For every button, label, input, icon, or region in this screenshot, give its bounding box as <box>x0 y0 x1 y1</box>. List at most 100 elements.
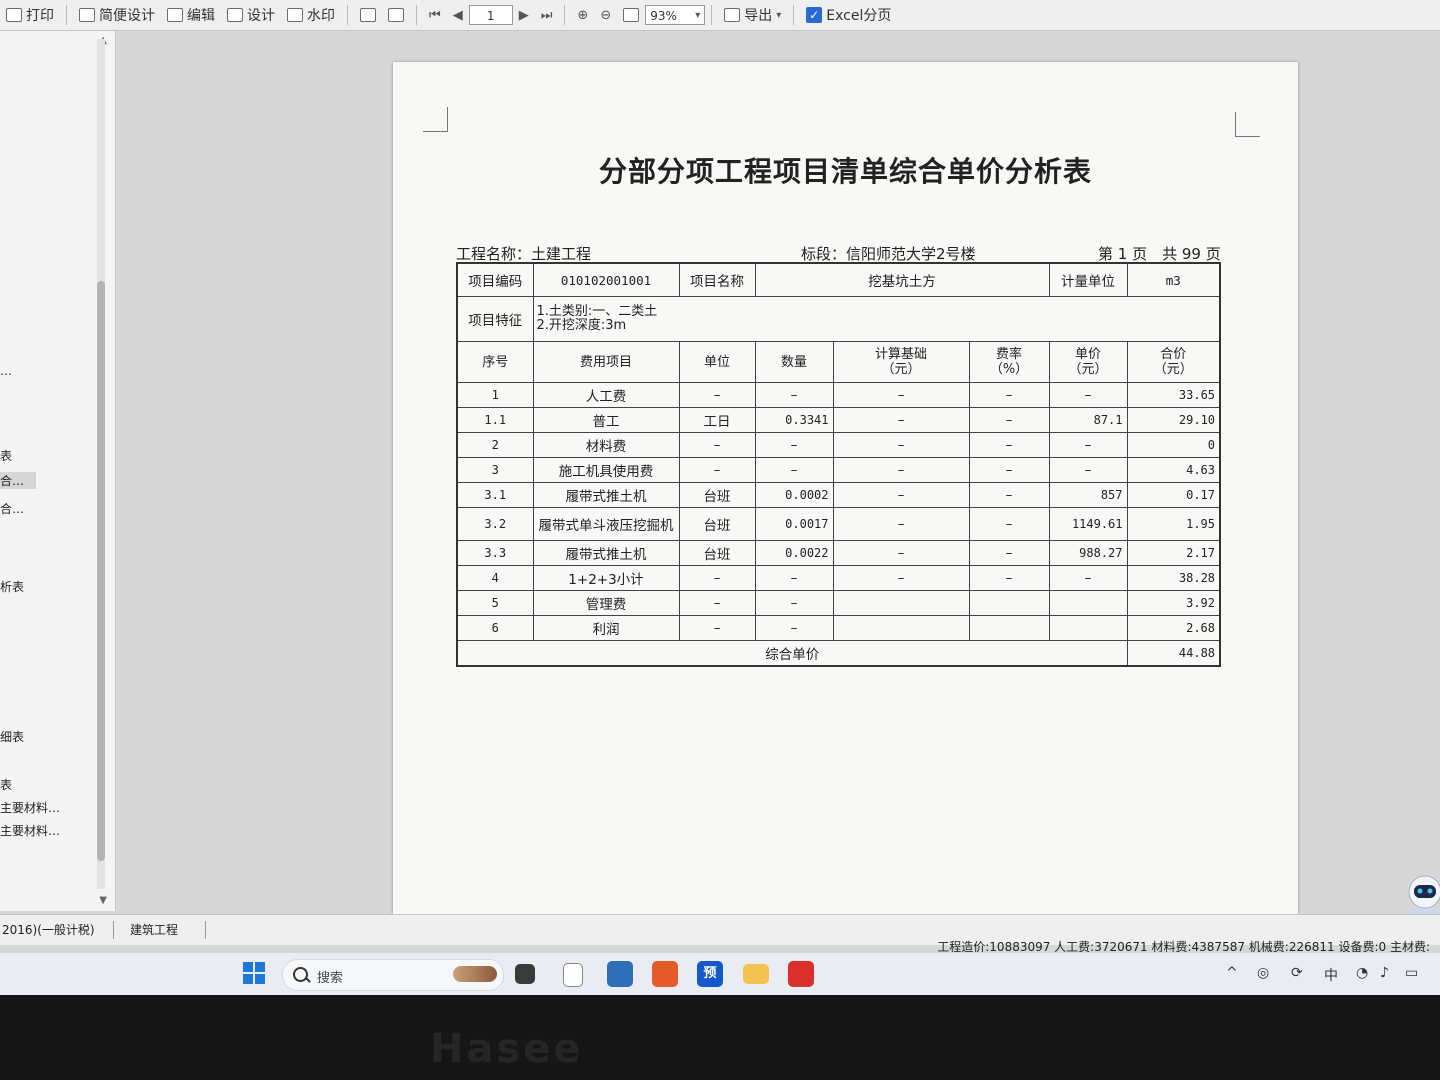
first-page-button[interactable]: ⏮ <box>423 2 447 28</box>
export-button[interactable]: 导出 ▾ <box>718 2 787 28</box>
cost-cell: – <box>832 507 970 541</box>
assistant-robot-icon[interactable] <box>1405 870 1440 918</box>
sync-icon[interactable]: ⟳ <box>1291 965 1303 981</box>
sidebar-scroll-thumb[interactable] <box>97 281 105 861</box>
sidebar-item[interactable]: 主要材料… <box>0 799 60 816</box>
report-page: 分部分项工程项目清单综合单价分析表 工程名称：土建工程 标段：信阳师范大学2号楼… <box>393 62 1298 932</box>
total-value: 44.88 <box>1126 640 1221 667</box>
item-name-value: 挖基坑土方 <box>754 262 1050 297</box>
cost-cell: – <box>968 565 1050 591</box>
feature-row: 项目特征 1.土类别:一、二类土 2.开挖深度:3m <box>456 296 1221 342</box>
ime-indicator[interactable]: 中 <box>1324 965 1338 985</box>
sidebar-item[interactable]: 析表 <box>0 578 24 595</box>
budget-app-icon[interactable]: 预 <box>697 961 723 987</box>
zoom-out-button[interactable]: ⊖ <box>594 2 617 28</box>
file-app-icon[interactable] <box>563 963 583 987</box>
toolbar-divider <box>564 5 566 25</box>
last-page-icon: ⏭ <box>540 7 553 23</box>
wps-office-icon[interactable] <box>788 961 814 987</box>
column-header: 单位 <box>678 341 756 383</box>
screen: 打印 简便设计 编辑 设计 水印 ⏮ ◀ 1 ▶ ⏭ ⊕ ⊖ 93% 导出▾ ✓… <box>0 0 1440 995</box>
next-page-button[interactable]: ▶ <box>513 2 535 28</box>
prev-page-button[interactable]: ◀ <box>447 2 469 28</box>
excel-paging-toggle[interactable]: ✓ Excel分页 <box>800 2 897 28</box>
cost-row: 3.2 履带式单斗液压挖掘机 台班 0.0017– –1149.61 1.95 <box>456 507 1221 541</box>
taskbar-search[interactable]: 搜索 <box>282 959 504 991</box>
cost-cell: – <box>678 382 756 408</box>
cost-cell: – <box>968 482 1050 508</box>
export-icon <box>724 8 741 22</box>
column-header: 单价 （元） <box>1048 341 1128 383</box>
file-explorer-icon[interactable] <box>743 964 769 984</box>
cost-cell: 38.28 <box>1126 565 1221 591</box>
item-code-label: 项目编码 <box>456 262 534 297</box>
scroll-down-icon[interactable]: ▼ <box>99 895 107 906</box>
volume-icon[interactable]: ♪ <box>1380 965 1389 981</box>
cost-cell: – <box>832 457 970 483</box>
unit-value: m3 <box>1126 262 1221 297</box>
column-header: 计算基础 （元） <box>832 341 970 383</box>
cost-cell: 普工 <box>532 407 680 433</box>
task-view-icon[interactable] <box>515 964 535 984</box>
sidebar-item[interactable]: 主要材料… <box>0 822 60 839</box>
simple-design-button[interactable]: 简便设计 <box>73 2 161 28</box>
single-page-button[interactable] <box>354 2 382 28</box>
feature-label: 项目特征 <box>456 296 534 342</box>
cost-cell: 履带式推土机 <box>532 482 680 508</box>
cost-cell: – <box>754 565 834 591</box>
sidebar-item[interactable]: 表 <box>0 776 12 793</box>
cost-cell: 4.63 <box>1126 457 1221 483</box>
tray-overflow-icon[interactable]: ^ <box>1226 965 1238 981</box>
design-label: 设计 <box>247 8 275 24</box>
toolbar-divider <box>711 5 713 25</box>
last-page-button[interactable]: ⏭ <box>535 2 559 28</box>
column-header-row: 序号 费用项目 单位 数量 计算基础 （元） 费率 （%） 单价 （元） 合价 … <box>456 341 1221 383</box>
watermark-button[interactable]: 水印 <box>281 2 341 28</box>
sidebar-item-selected[interactable]: 合… <box>0 472 36 489</box>
toolbar-divider <box>66 5 67 25</box>
page-number-input[interactable]: 1 <box>468 5 513 25</box>
cost-cell: 4 <box>456 565 534 591</box>
two-page-icon <box>388 8 404 22</box>
sidebar-item[interactable]: 合… <box>0 500 24 517</box>
checkbox-checked-icon: ✓ <box>806 7 823 23</box>
battery-icon[interactable]: ▭ <box>1405 965 1418 981</box>
edit-button[interactable]: 编辑 <box>161 2 221 28</box>
watermark-label: 水印 <box>307 8 335 24</box>
cost-cell: 988.27 <box>1048 540 1128 566</box>
edit-icon <box>167 8 183 22</box>
design-button[interactable]: 设计 <box>221 2 281 28</box>
search-placeholder: 搜索 <box>317 971 344 986</box>
windows-start-icon[interactable] <box>243 962 265 984</box>
layout-icon <box>79 8 95 22</box>
cost-cell: 材料费 <box>532 432 680 458</box>
print-button[interactable]: 打印 <box>0 2 60 28</box>
cost-cell: 施工机具使用费 <box>532 457 680 483</box>
page-counter: 第 1 页 共 99 页 <box>1098 245 1221 263</box>
sidebar-item[interactable]: … <box>0 364 12 378</box>
cost-cell: 87.1 <box>1048 407 1128 433</box>
zoom-select[interactable]: 93% <box>645 5 706 26</box>
cloud-app-icon[interactable] <box>652 961 678 987</box>
wifi-icon[interactable]: ◔ <box>1356 965 1368 981</box>
cost-cell: 人工费 <box>532 382 680 408</box>
cost-cell: 5 <box>456 590 534 616</box>
sidebar-item[interactable]: 细表 <box>0 728 24 745</box>
total-label: 综合单价 <box>456 640 1128 667</box>
sidebar-item[interactable]: 表 <box>0 447 12 464</box>
edit-label: 编辑 <box>187 8 215 24</box>
pricing-app-icon[interactable] <box>607 961 633 987</box>
cost-cell: 台班 <box>678 540 756 566</box>
tray-app-icon[interactable]: ◎ <box>1257 965 1269 981</box>
zoom-in-button[interactable]: ⊕ <box>571 2 594 28</box>
crop-mark <box>1235 112 1260 137</box>
section-name: 标段：信阳师范大学2号楼 <box>801 245 976 263</box>
cost-cell: 3.3 <box>456 540 534 566</box>
single-page-icon <box>360 8 376 22</box>
cost-cell: – <box>754 615 834 641</box>
fit-width-button[interactable] <box>617 2 645 28</box>
two-page-button[interactable] <box>382 2 410 28</box>
cost-cell: 1.95 <box>1126 507 1221 541</box>
report-title: 分部分项工程项目清单综合单价分析表 <box>598 155 1092 188</box>
cost-cell: 3 <box>456 457 534 483</box>
